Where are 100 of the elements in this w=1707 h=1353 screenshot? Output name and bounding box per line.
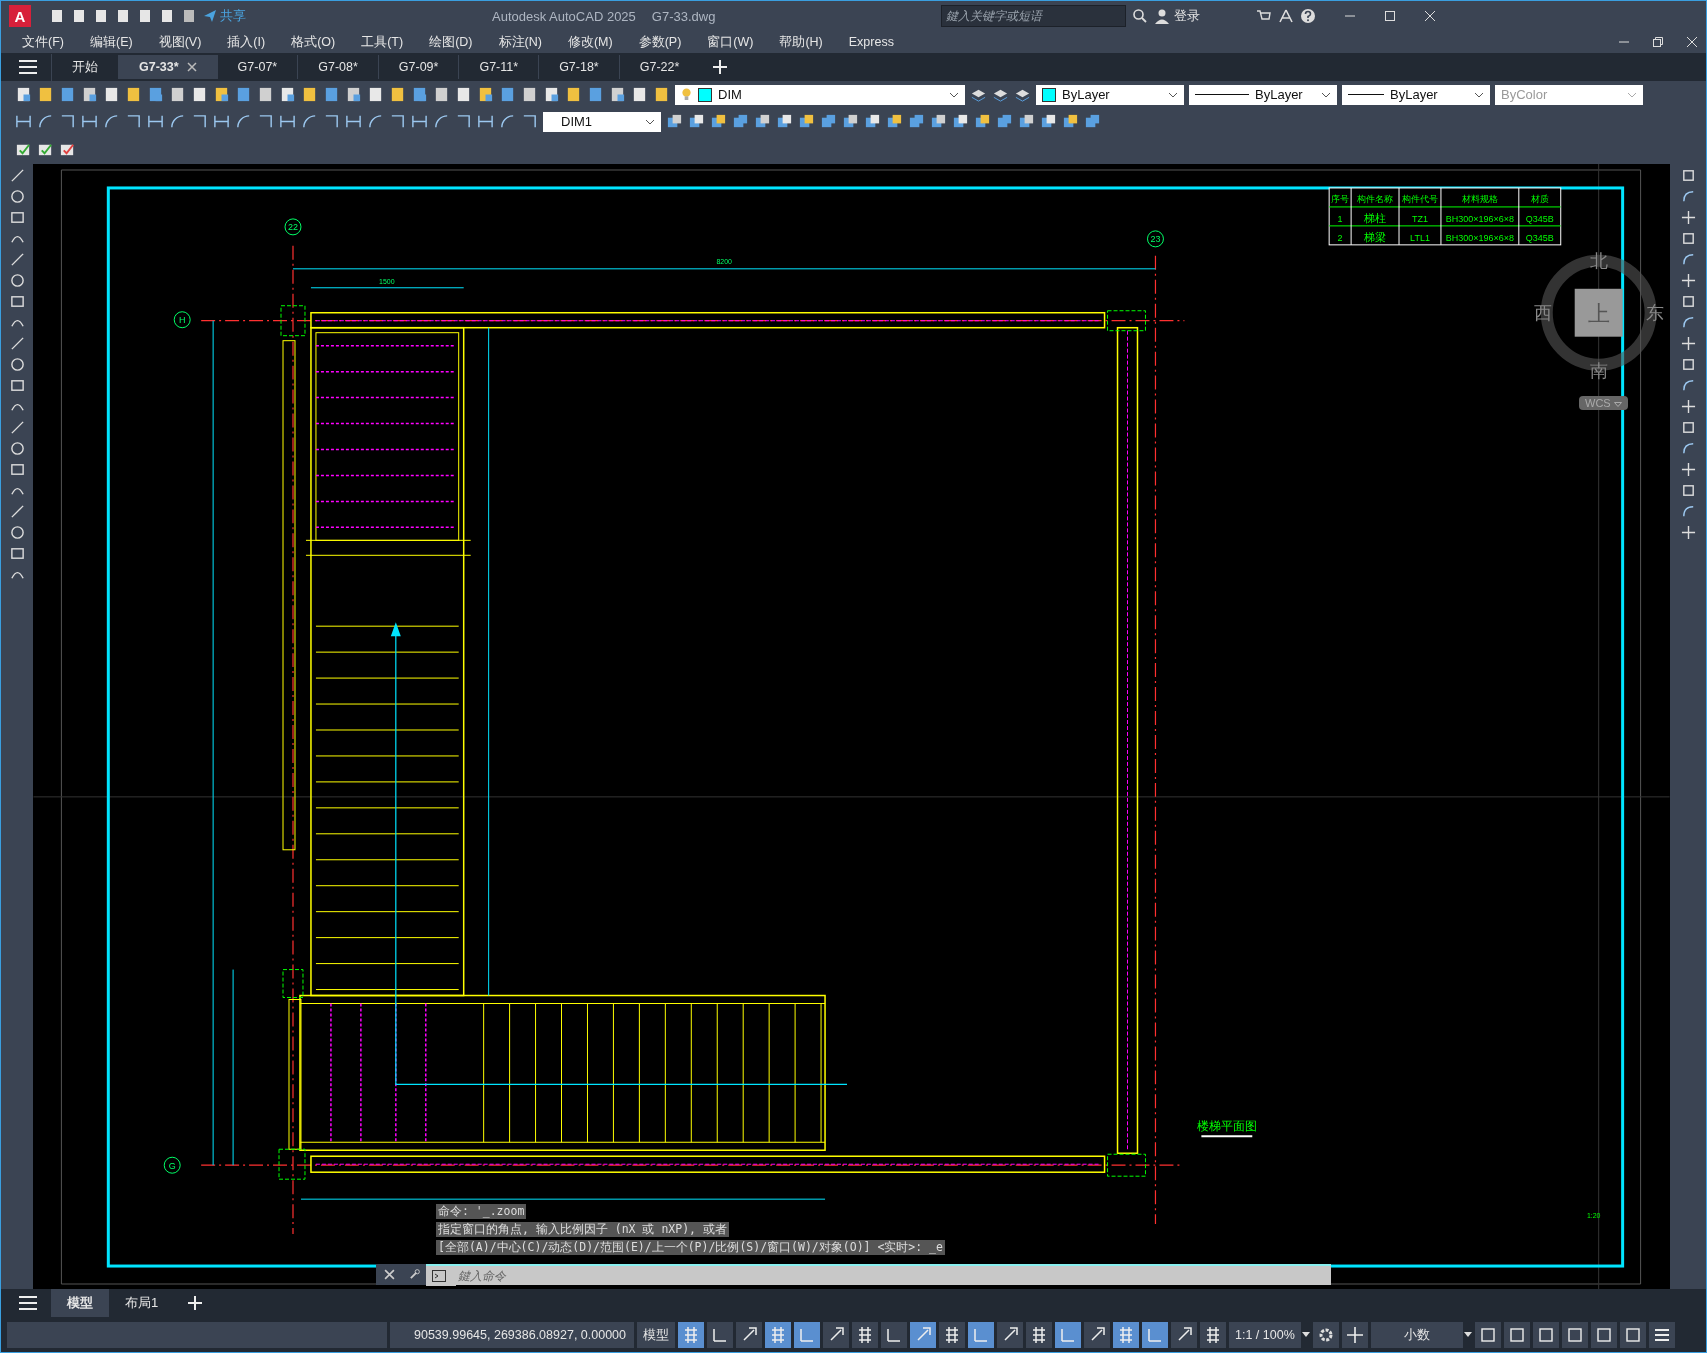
chevron-down-icon[interactable] [1168,91,1178,98]
status-tool-icon[interactable] [1561,1321,1588,1348]
toolbar-icon[interactable] [389,86,406,103]
modify-tool-icon[interactable] [1680,252,1696,267]
status-toggle-icon[interactable] [910,1321,936,1348]
modify-tool-icon[interactable] [1680,483,1696,498]
chevron-down-icon[interactable] [949,91,959,98]
document-tool-icon[interactable] [59,141,76,158]
draw-tool-icon[interactable] [9,189,25,204]
file-tab[interactable]: G7-18* [538,55,619,79]
menu-item[interactable]: 窗口(W) [694,33,767,51]
restore-icon[interactable] [1652,36,1664,48]
quick-access-icon[interactable] [93,8,109,24]
dimension-tool-icon[interactable] [235,113,252,130]
close-icon[interactable] [186,62,197,72]
modify-tool-icon[interactable] [1680,399,1696,414]
close-icon[interactable] [1424,10,1437,22]
draw-tool-icon[interactable] [9,357,25,372]
menu-item[interactable]: 工具(T) [348,33,417,51]
menu-item[interactable]: Express [835,35,907,49]
document-tool-icon[interactable] [15,141,32,158]
file-tab[interactable]: G7-22* [618,55,700,79]
status-tool-icon[interactable] [1532,1321,1559,1348]
modify-tool-icon[interactable] [1680,462,1696,477]
menu-item[interactable]: 视图(V) [145,33,215,51]
status-toggle-icon[interactable] [1171,1321,1197,1348]
status-toggle-icon[interactable] [939,1321,965,1348]
status-toggle-icon[interactable] [1113,1321,1139,1348]
compass-north[interactable]: 北 [1589,250,1608,271]
status-tool-icon[interactable] [1474,1321,1501,1348]
draw-tool-icon[interactable] [9,336,25,351]
dimension-tool-icon[interactable] [455,113,472,130]
add-tab-icon[interactable] [713,60,728,74]
terminal-icon[interactable] [426,1263,456,1286]
toolbar-icon[interactable] [213,86,230,103]
quick-access-icon[interactable] [137,8,153,24]
modify-tool-icon[interactable] [886,113,903,130]
modify-tool-icon[interactable] [1680,189,1696,204]
dimension-tool-icon[interactable] [15,113,32,130]
quick-access-icon[interactable] [71,8,87,24]
lineweight-dropdown[interactable]: ByLayer [1342,84,1490,105]
file-tab[interactable]: G7-08* [297,55,378,79]
draw-tool-icon[interactable] [9,420,25,435]
dimension-tool-icon[interactable] [257,113,274,130]
layer-dropdown[interactable]: DIM [675,84,965,105]
menu-item[interactable]: 格式(O) [278,33,349,51]
dimension-tool-icon[interactable] [125,113,142,130]
quick-access-icon[interactable] [181,8,197,24]
modify-tool-icon[interactable] [1680,357,1696,372]
toolbar-icon[interactable] [235,86,252,103]
file-tab[interactable]: G7-09* [377,55,459,79]
dimension-tool-icon[interactable] [169,113,186,130]
toolbar-icon[interactable] [587,86,604,103]
draw-tool-icon[interactable] [9,462,25,477]
toolbar-icon[interactable] [477,86,494,103]
dimension-tool-icon[interactable] [499,113,516,130]
maximize-icon[interactable] [1384,10,1397,22]
status-toggle-icon[interactable] [678,1321,704,1348]
document-tool-icon[interactable] [37,141,54,158]
status-toggle-icon[interactable] [852,1321,878,1348]
dimension-tool-icon[interactable] [301,113,318,130]
sign-in-button[interactable]: 登录 [1154,7,1201,25]
toolbar-icon[interactable] [81,86,98,103]
chevron-down-icon[interactable] [1474,91,1484,98]
modify-tool-icon[interactable] [1680,210,1696,225]
modify-tool-icon[interactable] [974,113,991,130]
draw-tool-icon[interactable] [9,546,25,561]
chevron-down-icon[interactable] [1321,91,1331,98]
file-tab[interactable]: G7-07* [216,55,298,79]
layout-tab[interactable]: 布局1 [109,1289,175,1317]
modify-tool-icon[interactable] [908,113,925,130]
modify-tool-icon[interactable] [1680,378,1696,393]
toolbar-icon[interactable] [37,86,54,103]
chevron-down-icon[interactable] [1463,1332,1472,1337]
status-toggle-icon[interactable] [765,1321,791,1348]
toolbar-icon[interactable] [169,86,186,103]
status-toggle-icon[interactable] [707,1321,733,1348]
share-button[interactable]: 共享 [203,7,246,25]
toolbar-icon[interactable] [433,86,450,103]
color-dropdown[interactable]: ByLayer [1036,84,1184,105]
command-input[interactable]: 鍵入命令 [456,1264,1331,1285]
search-icon[interactable] [1132,8,1149,24]
modify-tool-icon[interactable] [952,113,969,130]
modify-tool-icon[interactable] [1680,441,1696,456]
menu-item[interactable]: 文件(F) [9,33,77,51]
status-tool-icon[interactable] [1590,1321,1617,1348]
modify-tool-icon[interactable] [776,113,793,130]
compass-south[interactable]: 南 [1589,360,1608,381]
menu-item[interactable]: 参数(P) [625,33,695,51]
app-logo-icon[interactable]: A [9,5,31,27]
toolbar-icon[interactable] [543,86,560,103]
model-space-button[interactable]: 模型 [637,1321,675,1348]
toolbar-icon[interactable] [15,86,32,103]
modify-tool-icon[interactable] [1062,113,1079,130]
status-toggle-icon[interactable] [1026,1321,1052,1348]
modify-tool-icon[interactable] [1680,294,1696,309]
toolbar-icon[interactable] [279,86,296,103]
dimension-tool-icon[interactable] [345,113,362,130]
help-icon[interactable] [1300,8,1317,24]
compass-east[interactable]: 东 [1645,302,1664,323]
